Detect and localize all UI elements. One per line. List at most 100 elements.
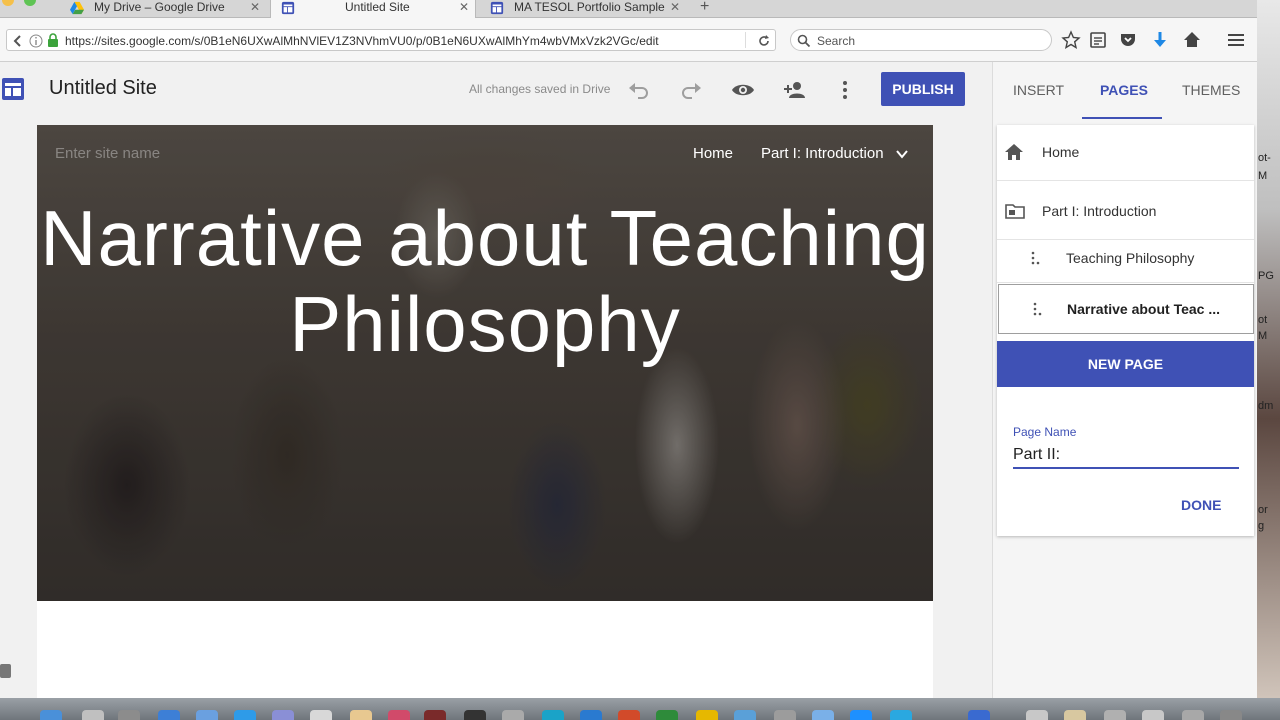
desktop-label: ot- <box>1258 152 1271 164</box>
redo-icon[interactable] <box>679 78 703 102</box>
desktop-label: M <box>1258 330 1268 342</box>
app-icon[interactable] <box>812 710 834 720</box>
page-label: Narrative about Teac ... <box>1067 301 1221 317</box>
site-title[interactable]: Untitled Site <box>49 77 157 100</box>
page-item-teaching-philosophy[interactable]: Teaching Philosophy <box>997 233 1254 283</box>
search-input[interactable]: Search <box>790 29 1052 51</box>
tab-insert[interactable]: INSERT <box>1013 82 1064 98</box>
url-separator <box>745 32 746 48</box>
app-icon[interactable] <box>1182 710 1204 720</box>
app-icon[interactable] <box>388 710 410 720</box>
google-drive-icon <box>70 1 84 15</box>
home-icon[interactable] <box>1182 30 1202 50</box>
site-name-field[interactable]: Enter site name <box>55 145 160 162</box>
drag-handle-icon[interactable] <box>1031 299 1051 319</box>
close-icon[interactable]: ✕ <box>459 0 469 14</box>
app-icon[interactable] <box>350 710 372 720</box>
hero-header-image[interactable]: Enter site name Home Part I: Introductio… <box>37 125 933 601</box>
tab-themes[interactable]: THEMES <box>1182 82 1240 98</box>
tab-ma-tesol[interactable]: MA TESOL Portfolio Sample ✕ <box>484 0 690 18</box>
launchpad-icon[interactable] <box>82 710 104 720</box>
safari-icon[interactable] <box>158 710 180 720</box>
app-icon[interactable] <box>502 710 524 720</box>
app-icon[interactable] <box>618 710 640 720</box>
download-icon[interactable] <box>1150 30 1170 50</box>
finder-icon[interactable] <box>40 710 62 720</box>
tab-my-drive[interactable]: My Drive – Google Drive ✕ <box>64 0 270 18</box>
page-item-part1[interactable]: Part I: Introduction <box>997 184 1254 240</box>
home-icon <box>1005 144 1023 160</box>
app-icon[interactable] <box>272 710 294 720</box>
app-icon[interactable] <box>1104 710 1126 720</box>
info-icon[interactable] <box>29 34 43 48</box>
app-icon[interactable] <box>890 710 912 720</box>
feedback-icon[interactable] <box>0 664 11 678</box>
site-nav-part1[interactable]: Part I: Introduction <box>761 145 884 162</box>
app-icon[interactable] <box>850 710 872 720</box>
page-title[interactable]: Narrative about Teaching Philosophy <box>37 195 933 367</box>
preview-eye-icon[interactable] <box>731 78 755 102</box>
new-tab-button[interactable]: + <box>700 0 709 16</box>
page-name-input[interactable] <box>1013 443 1239 469</box>
publish-button[interactable]: PUBLISH <box>881 72 965 106</box>
app-icon[interactable] <box>734 710 756 720</box>
site-canvas: Enter site name Home Part I: Introductio… <box>37 125 933 698</box>
page-label: Teaching Philosophy <box>1066 250 1195 266</box>
drag-handle-icon[interactable] <box>1029 248 1049 268</box>
app-icon[interactable] <box>1064 710 1086 720</box>
bookmark-star-icon[interactable] <box>1061 30 1081 50</box>
search-placeholder: Search <box>817 34 856 48</box>
tab-untitled-site[interactable]: Untitled Site ✕ <box>270 0 476 18</box>
site-nav-home[interactable]: Home <box>693 145 733 162</box>
desktop-label: dm <box>1258 400 1274 412</box>
desktop-label: ot <box>1258 314 1268 326</box>
app-icon[interactable] <box>1026 710 1048 720</box>
browser-nav-bar: https://sites.google.com/s/0B1eN6UXwAlMh… <box>0 18 1257 62</box>
folder-icon <box>1005 204 1025 219</box>
page-item-narrative[interactable]: Narrative about Teac ... <box>998 284 1254 334</box>
app-icon[interactable] <box>580 710 602 720</box>
app-icon[interactable] <box>118 710 140 720</box>
editor-header: Untitled Site All changes saved in Drive… <box>0 62 992 116</box>
chevron-down-icon[interactable] <box>895 147 909 161</box>
more-vert-icon[interactable] <box>833 78 857 102</box>
side-panel: INSERT PAGES THEMES Home Part I: Introdu… <box>992 62 1257 698</box>
maximize-button[interactable] <box>24 0 36 6</box>
app-icon[interactable] <box>310 710 332 720</box>
desktop-label: M <box>1258 170 1268 182</box>
undo-icon[interactable] <box>627 78 651 102</box>
search-icon <box>797 34 811 48</box>
back-icon[interactable] <box>11 34 25 48</box>
add-person-icon[interactable] <box>783 78 807 102</box>
desktop-label: or <box>1258 504 1268 516</box>
pocket-icon[interactable] <box>1118 30 1138 50</box>
reload-icon[interactable] <box>757 34 771 48</box>
app-icon[interactable] <box>968 710 990 720</box>
close-icon[interactable]: ✕ <box>670 0 680 14</box>
menu-icon[interactable] <box>1226 30 1246 50</box>
tab-pages[interactable]: PAGES <box>1100 82 1148 98</box>
save-status: All changes saved in Drive <box>469 82 611 96</box>
lock-icon <box>48 33 58 47</box>
address-bar[interactable]: https://sites.google.com/s/0B1eN6UXwAlMh… <box>6 29 776 51</box>
google-sites-icon <box>281 1 295 15</box>
app-icon[interactable] <box>196 710 218 720</box>
page-item-home[interactable]: Home <box>997 125 1254 181</box>
app-icon[interactable] <box>542 710 564 720</box>
google-sites-logo-icon[interactable] <box>2 78 24 100</box>
desktop-label: g <box>1258 520 1265 532</box>
app-icon[interactable] <box>234 710 256 720</box>
app-icon[interactable] <box>696 710 718 720</box>
trash-icon[interactable] <box>1220 710 1242 720</box>
done-button[interactable]: DONE <box>1181 497 1221 513</box>
new-page-button[interactable]: NEW PAGE <box>997 341 1254 387</box>
reading-list-icon[interactable] <box>1088 30 1108 50</box>
app-icon[interactable] <box>424 710 446 720</box>
app-icon[interactable] <box>464 710 486 720</box>
app-icon[interactable] <box>1142 710 1164 720</box>
app-icon[interactable] <box>774 710 796 720</box>
app-icon[interactable] <box>656 710 678 720</box>
desktop-background <box>1257 0 1280 698</box>
minimize-button[interactable] <box>2 0 14 6</box>
close-icon[interactable]: ✕ <box>250 0 260 14</box>
